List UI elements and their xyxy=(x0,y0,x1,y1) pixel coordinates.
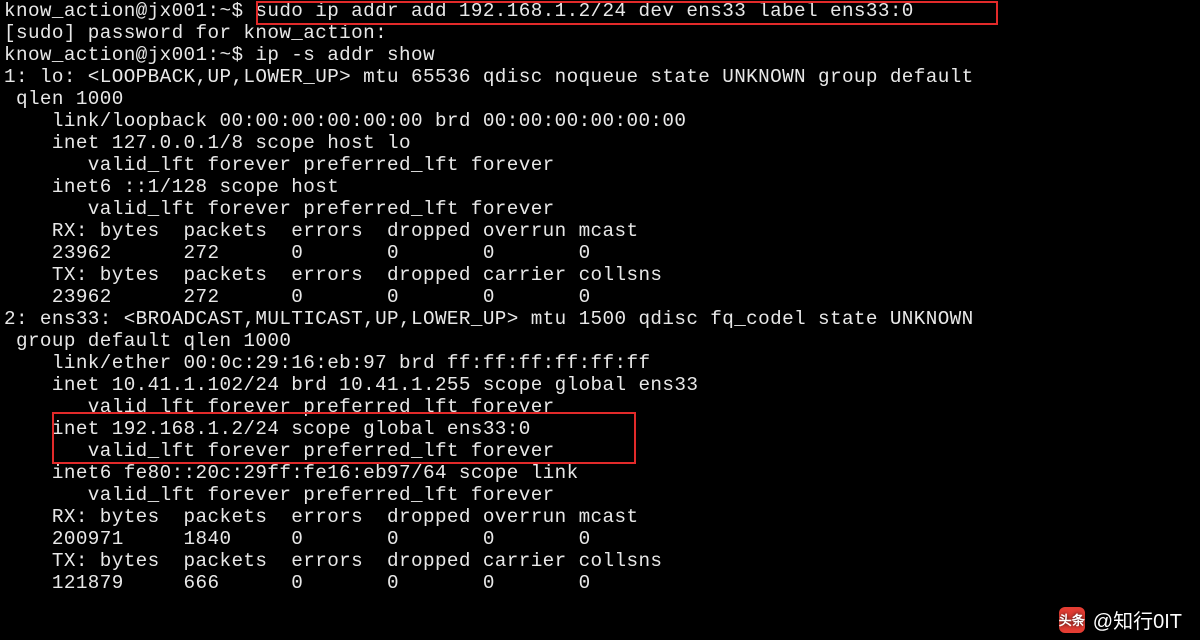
terminal-line: qlen 1000 xyxy=(4,88,1196,110)
terminal-line: link/loopback 00:00:00:00:00:00 brd 00:0… xyxy=(4,110,1196,132)
terminal-line: TX: bytes packets errors dropped carrier… xyxy=(4,264,1196,286)
terminal-line: 200971 1840 0 0 0 0 xyxy=(4,528,1196,550)
terminal-line: valid_lft forever preferred_lft forever xyxy=(4,198,1196,220)
terminal-line: [sudo] password for know_action: xyxy=(4,22,1196,44)
terminal-line: inet 127.0.0.1/8 scope host lo xyxy=(4,132,1196,154)
terminal-line: 23962 272 0 0 0 0 xyxy=(4,286,1196,308)
terminal-line: RX: bytes packets errors dropped overrun… xyxy=(4,220,1196,242)
terminal-line: TX: bytes packets errors dropped carrier… xyxy=(4,550,1196,572)
terminal-line: 23962 272 0 0 0 0 xyxy=(4,242,1196,264)
terminal-line: know_action@jx001:~$ ip -s addr show xyxy=(4,44,1196,66)
terminal-line: link/ether 00:0c:29:16:eb:97 brd ff:ff:f… xyxy=(4,352,1196,374)
terminal-line: 2: ens33: <BROADCAST,MULTICAST,UP,LOWER_… xyxy=(4,308,1196,330)
terminal-line: valid_lft forever preferred_lft forever xyxy=(4,484,1196,506)
terminal-line: valid_lft forever preferred_lft forever xyxy=(4,154,1196,176)
terminal-line: valid_lft forever preferred_lft forever xyxy=(4,440,1196,462)
terminal-output[interactable]: know_action@jx001:~$ sudo ip addr add 19… xyxy=(0,0,1200,594)
terminal-line: valid_lft forever preferred_lft forever xyxy=(4,396,1196,418)
watermark-icon: 头条 xyxy=(1059,607,1085,633)
watermark: 头条 @知行0IT xyxy=(1059,605,1182,634)
terminal-line: 1: lo: <LOOPBACK,UP,LOWER_UP> mtu 65536 … xyxy=(4,66,1196,88)
terminal-line: inet6 fe80::20c:29ff:fe16:eb97/64 scope … xyxy=(4,462,1196,484)
watermark-text: @知行0IT xyxy=(1093,605,1182,634)
terminal-line: inet6 ::1/128 scope host xyxy=(4,176,1196,198)
terminal-line: RX: bytes packets errors dropped overrun… xyxy=(4,506,1196,528)
terminal-line: inet 10.41.1.102/24 brd 10.41.1.255 scop… xyxy=(4,374,1196,396)
terminal-line: know_action@jx001:~$ sudo ip addr add 19… xyxy=(4,0,1196,22)
terminal-line: inet 192.168.1.2/24 scope global ens33:0 xyxy=(4,418,1196,440)
terminal-line: 121879 666 0 0 0 0 xyxy=(4,572,1196,594)
terminal-line: group default qlen 1000 xyxy=(4,330,1196,352)
